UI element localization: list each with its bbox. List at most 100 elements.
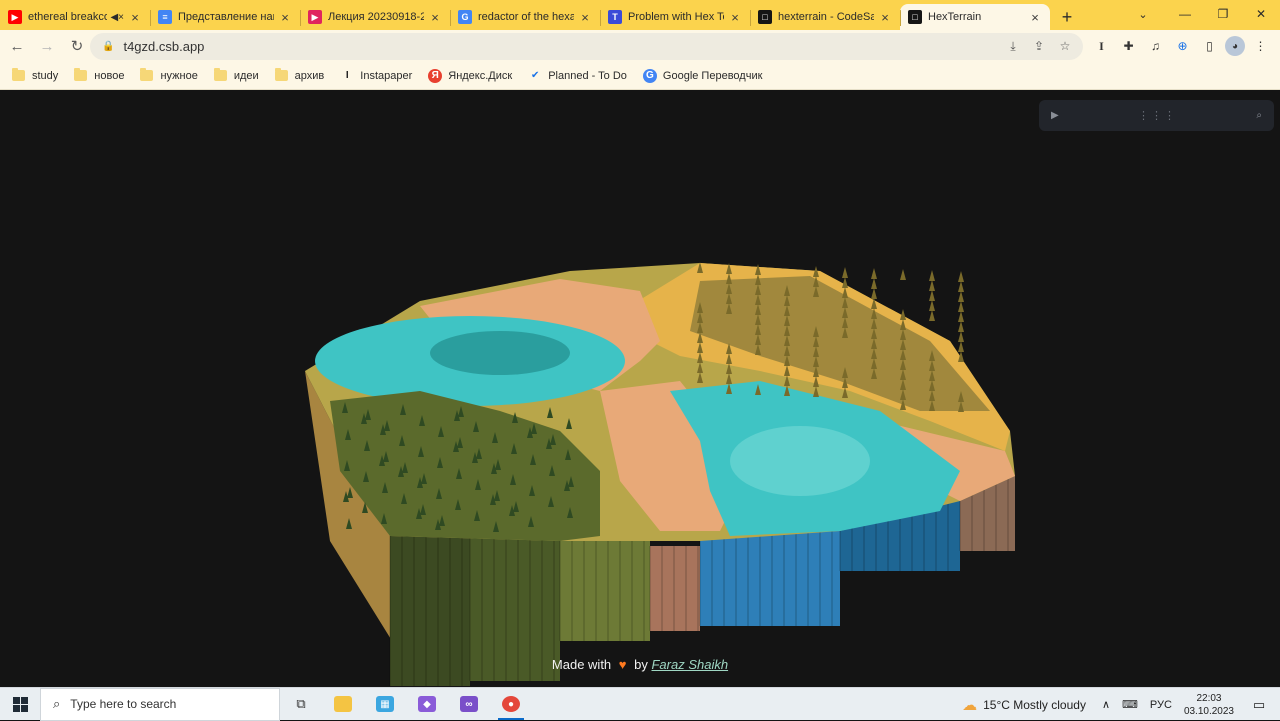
menu-dots-icon[interactable]: ⋮: [1249, 33, 1272, 59]
toolbar-extensions: I ✚ ♫ ⊕ ▯ ◕ ⋮: [1090, 33, 1272, 59]
extensions-puzzle-icon[interactable]: ✚: [1117, 33, 1140, 59]
tab-title: Лекция 20230918-20: [328, 11, 424, 23]
side-panel-icon[interactable]: ▯: [1198, 33, 1221, 59]
credit-line: Made with ♥ by Faraz Shaikh: [0, 657, 1280, 672]
folder-icon: [274, 68, 288, 81]
bookmark-label: идеи: [233, 69, 259, 82]
bookmark-link[interactable]: Я Яндекс.Диск: [428, 68, 512, 83]
lock-icon[interactable]: 🔒: [102, 41, 114, 52]
credit-prefix: Made with: [551, 657, 612, 672]
close-tab-icon[interactable]: ×: [728, 10, 742, 25]
notification-icon[interactable]: ▭: [1248, 697, 1270, 713]
drag-handle-icon[interactable]: ⋮⋮⋮: [1138, 109, 1177, 122]
url-text: t4gzd.csb.app: [123, 39, 205, 54]
folder-icon: [12, 68, 25, 81]
bookmark-link[interactable]: ✔ Planned - To Do: [528, 69, 627, 83]
language-indicator[interactable]: РУС: [1150, 699, 1172, 711]
tab-search-icon[interactable]: ⌄: [1128, 0, 1158, 28]
back-icon[interactable]: ←: [4, 33, 30, 59]
browser-tab[interactable]: □ hexterrain - CodeSan ×: [750, 4, 900, 30]
install-app-icon[interactable]: ⤓: [1003, 36, 1023, 56]
task-view-icon[interactable]: ⧉: [280, 688, 322, 721]
media-control-icon[interactable]: ♫: [1144, 33, 1167, 59]
tab-title: Представление наших: [178, 11, 274, 23]
bookmark-folder[interactable]: нужное: [140, 68, 198, 82]
reload-icon[interactable]: ↻: [64, 33, 90, 59]
window-controls: — ❐ ✕: [1166, 0, 1280, 28]
pine-tree: [929, 300, 935, 311]
profile-avatar[interactable]: ◕: [1225, 36, 1245, 56]
hex-terrain-canvas[interactable]: [0, 91, 1280, 687]
close-tab-icon[interactable]: ×: [1028, 10, 1042, 25]
pine-tree: [958, 331, 964, 342]
tab-title: hexterrain - CodeSan: [778, 11, 874, 23]
tab-title: HexTerrain: [928, 11, 982, 23]
tab-title: redactor of the hexag: [478, 11, 574, 23]
browser-tab[interactable]: Gredactor of the hexag ×: [450, 4, 600, 30]
close-tab-icon[interactable]: ×: [128, 10, 142, 25]
folder-icon: [213, 68, 227, 81]
vs-preview-icon[interactable]: ◆: [406, 688, 448, 721]
bookmark-folder[interactable]: архив: [274, 68, 325, 82]
search-placeholder: Type here to search: [70, 697, 177, 711]
tab-title: ethereal breakcore: [28, 11, 108, 23]
close-tab-icon[interactable]: ×: [428, 10, 442, 25]
search-icon[interactable]: ⌕: [1256, 110, 1262, 121]
weather-text: Mostly cloudy: [1013, 697, 1086, 712]
play-icon[interactable]: ▶: [1051, 110, 1059, 121]
browser-tab[interactable]: ▶ Лекция 20230918-20 ×: [300, 4, 450, 30]
keyboard-icon[interactable]: ⌨: [1122, 698, 1138, 711]
downloads-icon[interactable]: ⊕: [1171, 33, 1194, 59]
start-button[interactable]: [0, 688, 40, 721]
bookmark-label: архив: [294, 69, 325, 82]
photos-icon[interactable]: ▦: [364, 688, 406, 721]
tray-chevron-icon[interactable]: ∧: [1102, 698, 1110, 711]
weather-widget[interactable]: ☁ 15°C Mostly cloudy: [962, 696, 1086, 714]
close-tab-icon[interactable]: ×: [278, 10, 292, 25]
clock-time: 22:03: [1196, 692, 1222, 704]
bookmark-folder[interactable]: новое: [74, 68, 124, 82]
taskbar-search[interactable]: ⌕ Type here to search: [40, 687, 280, 721]
browser-tab[interactable]: ▶ ethereal breakcore◀× ×: [0, 4, 150, 30]
chrome-icon[interactable]: ●: [490, 688, 532, 721]
browser-tab[interactable]: T Problem with Hex Ter ×: [600, 4, 750, 30]
minimize-icon[interactable]: —: [1166, 0, 1204, 28]
browser-tab[interactable]: ≡ Представление наших ×: [150, 4, 300, 30]
google-docs-icon: ≡: [158, 10, 172, 24]
instapaper-extension-icon[interactable]: I: [1090, 33, 1113, 59]
bookmark-label: Planned - To Do: [548, 69, 627, 82]
search-icon: ⌕: [53, 696, 61, 711]
pine-tree: [929, 270, 935, 281]
credit-by: by: [634, 657, 648, 672]
new-tab-button[interactable]: +: [1052, 4, 1082, 30]
address-bar[interactable]: 🔒 t4gzd.csb.app ⤓ ⇪ ☆: [90, 33, 1083, 60]
visual-studio-icon[interactable]: ∞: [448, 688, 490, 721]
share-icon[interactable]: ⇪: [1029, 36, 1049, 56]
maximize-icon[interactable]: ❐: [1204, 0, 1242, 28]
file-explorer-icon[interactable]: [322, 688, 364, 721]
pine-tree: [871, 268, 877, 279]
pinned-apps: ⧉ ▦ ◆ ∞ ●: [280, 688, 532, 721]
browser-tab[interactable]: □ HexTerrain ×: [900, 4, 1050, 30]
bookmark-link[interactable]: I Instapaper: [340, 69, 412, 83]
author-link[interactable]: Faraz Shaikh: [651, 657, 728, 672]
pine-tree: [900, 269, 906, 280]
clock[interactable]: 22:03 03.10.2023: [1184, 692, 1234, 718]
close-tab-icon[interactable]: ×: [578, 10, 592, 25]
bookmark-star-icon[interactable]: ☆: [1055, 36, 1075, 56]
bookmark-link[interactable]: G Google Переводчик: [642, 68, 762, 83]
bookmark-folder[interactable]: идеи: [213, 68, 259, 82]
close-window-icon[interactable]: ✕: [1242, 0, 1280, 28]
tab-list: ▶ ethereal breakcore◀× × ≡ Представление наш…: [0, 0, 1050, 30]
controls-panel[interactable]: ▶ ⋮⋮⋮ ⌕: [1039, 100, 1274, 131]
forward-icon[interactable]: →: [34, 33, 60, 59]
windows-taskbar: ⌕ Type here to search ⧉ ▦ ◆ ∞ ● ☁ 15°C M…: [0, 687, 1280, 721]
mute-icon[interactable]: ◀×: [110, 12, 124, 23]
terrain-side-column: [700, 531, 840, 626]
weather-cloud-icon: ☁: [962, 696, 978, 714]
codesandbox-icon: □: [758, 10, 772, 24]
close-tab-icon[interactable]: ×: [878, 10, 892, 25]
pine-tree: [958, 281, 964, 292]
pine-tree: [958, 341, 964, 352]
bookmark-folder[interactable]: study: [12, 68, 58, 82]
